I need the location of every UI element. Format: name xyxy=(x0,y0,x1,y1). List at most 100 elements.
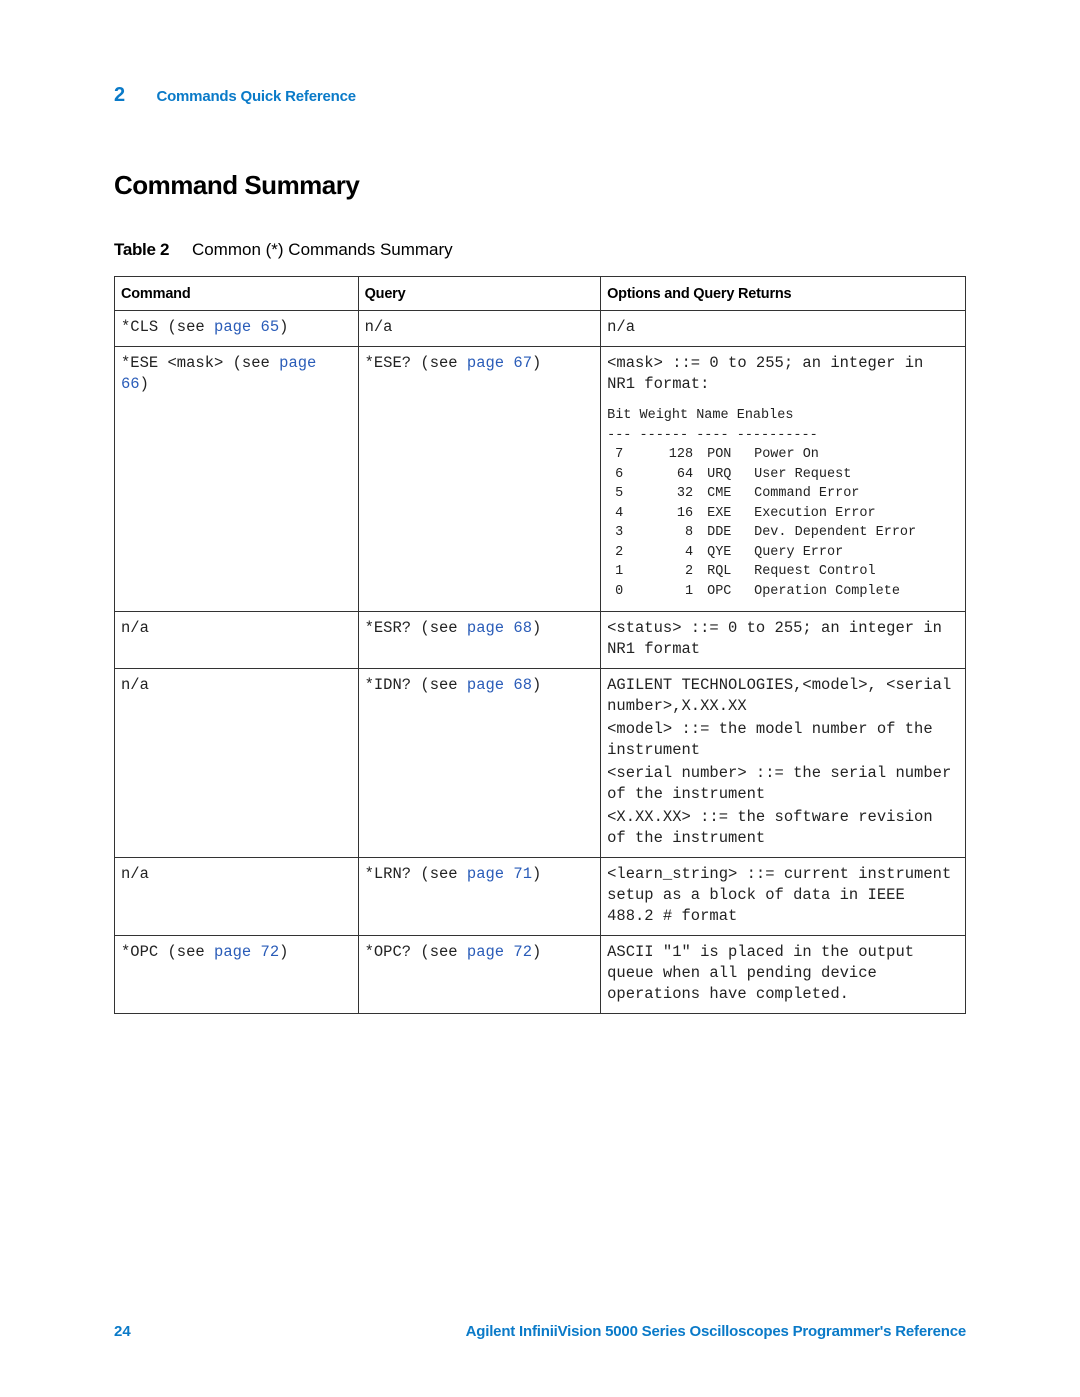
command-cell-text: n/a xyxy=(121,676,149,694)
query-cell: n/a xyxy=(357,310,602,347)
returns-cell: <mask> ::= 0 to 255; an integer in NR1 f… xyxy=(600,346,966,612)
table-row: *ESE <mask> (see page 66) *ESE? (see page… xyxy=(114,346,966,612)
bit-row: 4 16 EXE Execution Error xyxy=(607,504,959,524)
bit-enables: Execution Error xyxy=(754,505,876,521)
bit-weight: 8 xyxy=(684,525,694,540)
returns-cell: ASCII "1" is placed in the output queue … xyxy=(600,935,966,1014)
table-caption: Table 2 Common (*) Commands Summary xyxy=(114,240,453,260)
bit-weight: 128 xyxy=(668,447,694,462)
returns-line: <learn_string> ::= current instrument se… xyxy=(607,865,952,925)
returns-line: <mask> ::= 0 to 255; an integer in NR1 f… xyxy=(607,354,924,393)
table-row: *OPC (see page 72) *OPC? (see page 72) ASC… xyxy=(114,935,966,1014)
bit-row: 5 32 CME Command Error xyxy=(607,484,959,504)
bit-row: 3 8 DDE Dev. Dependent Error xyxy=(607,523,959,543)
page-link[interactable]: page 65 xyxy=(214,318,279,336)
command-cell: *CLS (see page 65) xyxy=(114,310,359,347)
page-link[interactable]: page 68 xyxy=(467,619,532,637)
bit-enables: Operation Complete xyxy=(754,583,900,599)
bit-name: URQ xyxy=(707,466,732,482)
page-link[interactable]: page 72 xyxy=(467,943,532,961)
bit-bit: 7 xyxy=(615,447,624,462)
command-cell-suffix: ) xyxy=(139,375,149,393)
query-cell-suffix: ) xyxy=(532,354,542,372)
bit-name: PON xyxy=(707,447,732,462)
bit-row: 2 4 QYE Query Error xyxy=(607,543,959,563)
column-header-command: Command xyxy=(114,276,359,311)
page-link[interactable]: page 67 xyxy=(467,354,532,372)
table-header-row: Command Query Options and Query Returns xyxy=(114,276,966,311)
query-cell-text: *ESR? (see xyxy=(364,619,467,637)
table-row: n/a *LRN? (see page 71) <learn_string> ::=… xyxy=(114,857,966,936)
bit-name: CME xyxy=(707,486,732,501)
command-cell: n/a xyxy=(114,611,359,669)
table-caption-title: Common (*) Commands Summary xyxy=(191,240,453,259)
query-cell-suffix: ) xyxy=(532,943,542,961)
bit-row: 0 1 OPC Operation Complete xyxy=(607,582,959,602)
command-cell: *OPC (see page 72) xyxy=(114,935,359,1014)
query-cell: *ESE? (see page 67) xyxy=(357,346,602,612)
query-cell: *IDN? (see page 68) xyxy=(357,668,602,858)
query-cell-text: *ESE? (see xyxy=(364,354,467,372)
bit-row: 7 128 PON Power On xyxy=(607,445,959,465)
bit-bit: 3 xyxy=(615,525,624,540)
query-cell: *LRN? (see page 71) xyxy=(357,857,602,936)
bit-weight: 16 xyxy=(676,505,694,521)
document-title: Agilent InfiniiVision 5000 Series Oscill… xyxy=(465,1323,967,1340)
query-cell-suffix: ) xyxy=(532,676,542,694)
query-cell-text: *OPC? (see xyxy=(364,943,467,961)
returns-cell: AGILENT TECHNOLOGIES,<model>, <serial nu… xyxy=(600,668,966,858)
table-caption-label: Table 2 xyxy=(114,240,170,259)
query-cell: *OPC? (see page 72) xyxy=(357,935,602,1014)
command-cell-text: *ESE <mask> (see xyxy=(121,354,280,372)
bit-bit: 1 xyxy=(615,564,624,579)
bit-table-separator: --- ------ ---- ---------- xyxy=(607,427,818,443)
table-row: *CLS (see page 65) n/a n/a xyxy=(114,310,966,347)
page-link[interactable]: page 68 xyxy=(467,676,532,694)
bit-row: 6 64 URQ User Request xyxy=(607,465,959,485)
column-header-returns: Options and Query Returns xyxy=(600,276,966,311)
query-cell-text: n/a xyxy=(364,318,393,336)
command-cell-suffix: ) xyxy=(279,318,289,336)
bit-enables: Power On xyxy=(754,447,819,462)
page-number: 24 xyxy=(114,1323,131,1340)
chapter-title: Commands Quick Reference xyxy=(156,88,356,105)
query-cell-text: *IDN? (see xyxy=(364,676,467,694)
command-cell: n/a xyxy=(114,857,359,936)
returns-line: n/a xyxy=(607,318,635,336)
bit-bit: 6 xyxy=(615,466,624,482)
bit-weight: 1 xyxy=(684,583,694,599)
bit-table: Bit Weight Name Enables --- ------ ---- -… xyxy=(607,406,959,603)
returns-line: <model> ::= the model number of the inst… xyxy=(607,720,933,759)
page-link[interactable]: page 72 xyxy=(214,943,279,961)
command-cell: *ESE <mask> (see page 66) xyxy=(114,346,359,612)
bit-name: QYE xyxy=(707,544,732,560)
column-header-query: Query xyxy=(357,276,602,311)
returns-cell: n/a xyxy=(600,310,966,347)
returns-cell: <status> ::= 0 to 255; an integer in NR1… xyxy=(600,611,966,669)
chapter-header: 2 Commands Quick Reference xyxy=(114,84,356,107)
bit-enables: Query Error xyxy=(754,544,844,560)
bit-enables: Command Error xyxy=(754,486,860,501)
query-cell: *ESR? (see page 68) xyxy=(357,611,602,669)
query-cell-text: *LRN? (see xyxy=(364,865,467,883)
query-cell-suffix: ) xyxy=(532,619,542,637)
command-cell-text: *OPC (see xyxy=(121,943,215,961)
chapter-number: 2 xyxy=(114,84,126,106)
returns-cell: <learn_string> ::= current instrument se… xyxy=(600,857,966,936)
bit-name: OPC xyxy=(707,583,732,599)
bit-weight: 64 xyxy=(676,466,694,482)
page-title: Command Summary xyxy=(114,170,360,200)
command-cell-suffix: ) xyxy=(279,943,289,961)
bit-bit: 4 xyxy=(615,505,624,521)
bit-table-header: Bit Weight Name Enables xyxy=(607,408,794,423)
bit-name: RQL xyxy=(707,564,732,579)
command-cell: n/a xyxy=(114,668,359,858)
query-cell-suffix: ) xyxy=(532,865,542,883)
bit-weight: 2 xyxy=(684,564,694,579)
bit-enables: User Request xyxy=(754,466,852,482)
table-row: n/a *ESR? (see page 68) <status> ::= 0 to … xyxy=(114,611,966,669)
bit-weight: 32 xyxy=(676,486,694,501)
command-cell-text: n/a xyxy=(121,865,149,883)
page-link[interactable]: page 71 xyxy=(467,865,532,883)
bit-bit: 5 xyxy=(615,486,624,501)
